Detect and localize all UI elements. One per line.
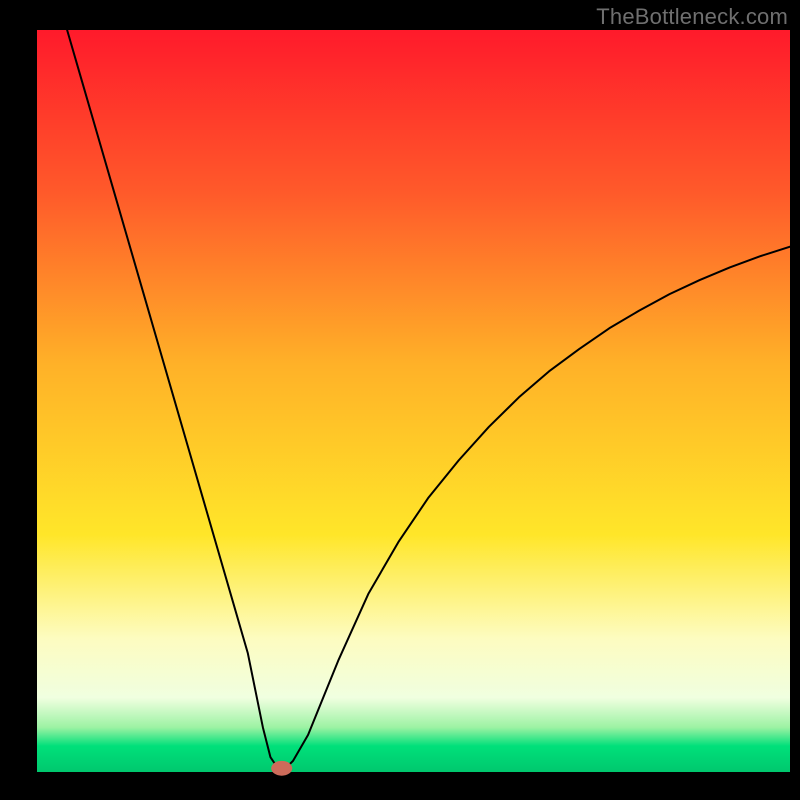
plot-background: [37, 30, 790, 772]
chart-container: TheBottleneck.com: [0, 0, 800, 800]
watermark-text: TheBottleneck.com: [596, 4, 788, 30]
optimum-marker: [271, 761, 292, 776]
bottleneck-chart: [0, 0, 800, 800]
